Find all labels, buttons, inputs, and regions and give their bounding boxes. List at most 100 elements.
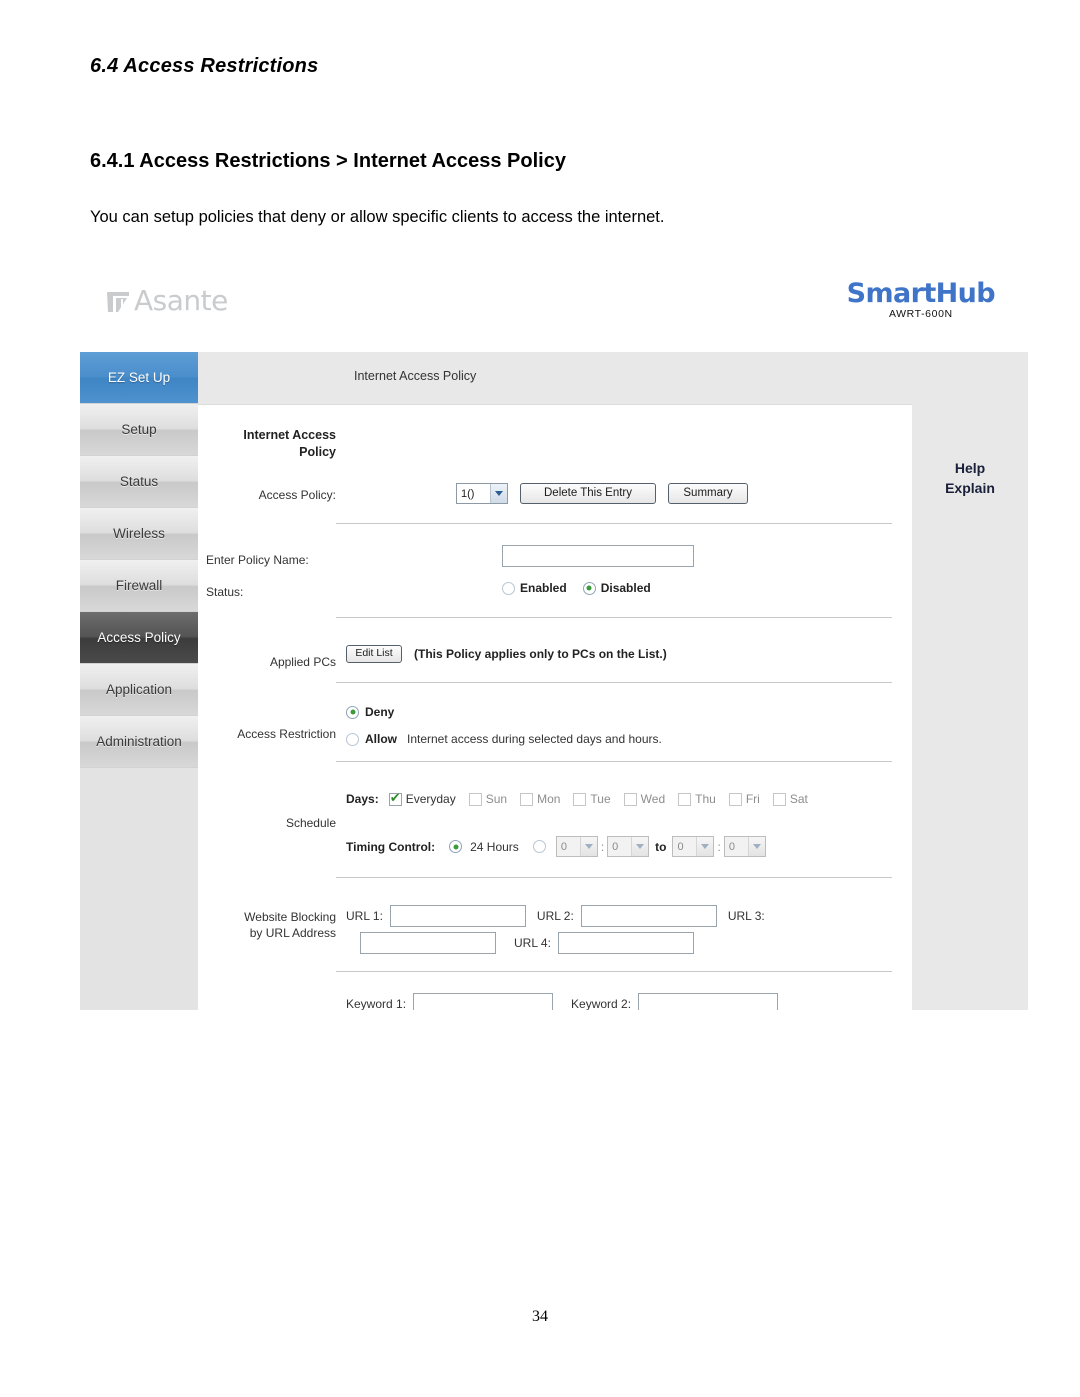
day-label-sun: Sun [485, 792, 508, 806]
time-colon-separator: : [717, 839, 721, 854]
top-strip: Internet Access Policy [198, 352, 1028, 404]
end-hour-value: 0 [677, 840, 684, 853]
end-hour-select[interactable]: 0 [672, 836, 715, 857]
access-policy-selected-value: 1() [461, 487, 475, 500]
day-checkbox-fri[interactable] [728, 792, 742, 806]
subsection-title: 6.4.1 Access Restrictions > Internet Acc… [90, 150, 566, 172]
schedule-days-row: Days: Everyday Sun Mon Tue Wed Thu Fri S… [346, 791, 808, 807]
sidebar-item-setup[interactable]: Setup [80, 404, 198, 456]
sidebar-item-label: Firewall [115, 578, 163, 593]
status-enabled-label: Enabled [520, 581, 567, 595]
access-policy-select[interactable]: 1() [456, 483, 508, 504]
router-ui: EZ Set Up Setup Status Wireless Firewall… [80, 352, 1028, 1010]
url-row-2: URL 4: [360, 932, 694, 954]
policy-name-input[interactable] [502, 545, 694, 567]
brand-bar: Asante SmartHub AWRT-600N [80, 268, 1028, 352]
url-3-label: URL 3: [727, 909, 765, 923]
sidebar-item-label: Setup [121, 422, 157, 437]
divider [336, 877, 892, 878]
url-2-input[interactable] [580, 905, 717, 927]
day-label-fri: Fri [745, 792, 760, 806]
section-heading: Internet Access Policy [216, 427, 336, 461]
status-radio-group: Enabled Disabled [502, 581, 651, 595]
timing-24hours-radio[interactable] [449, 840, 463, 853]
sidebar-item-label: Administration [96, 734, 182, 749]
sidebar-item-wireless[interactable]: Wireless [80, 508, 198, 560]
day-checkbox-sun[interactable] [468, 792, 482, 806]
applied-pcs-note: (This Policy applies only to PCs on the … [414, 646, 667, 661]
access-policy-label: Access Policy: [258, 488, 336, 502]
divider [336, 523, 892, 524]
sidebar-item-status[interactable]: Status [80, 456, 198, 508]
summary-button[interactable]: Summary [668, 483, 748, 504]
access-restriction-deny-label: Deny [365, 705, 395, 719]
url-4-input[interactable] [557, 932, 694, 954]
url-row-1: URL 1: URL 2: URL 3: [346, 905, 765, 927]
url-3-input[interactable] [360, 932, 496, 954]
asante-mark-icon [107, 291, 129, 312]
day-checkbox-tue[interactable] [573, 792, 587, 806]
end-minute-select[interactable]: 0 [723, 836, 766, 857]
access-restriction-label: Access Restriction [237, 727, 336, 741]
day-checkbox-wed[interactable] [623, 792, 637, 806]
url-1-input[interactable] [389, 905, 526, 927]
day-label-sat: Sat [789, 792, 808, 806]
access-restriction-deny-radio[interactable] [346, 705, 359, 719]
sidebar-item-firewall[interactable]: Firewall [80, 560, 198, 612]
end-minute-value: 0 [728, 840, 735, 853]
day-checkbox-thu[interactable] [678, 792, 692, 806]
applied-pcs-controls: Edit List (This Policy applies only to P… [346, 645, 667, 663]
sidebar-item-application[interactable]: Application [80, 664, 198, 716]
sidebar-item-label: EZ Set Up [107, 370, 171, 385]
timing-control-label: Timing Control: [346, 839, 436, 854]
access-policy-controls: 1() Delete This Entry Summary [456, 483, 748, 504]
timing-custom-radio[interactable] [532, 840, 546, 853]
keyword-2-input[interactable] [638, 993, 779, 1010]
model-number: AWRT-600N [888, 308, 953, 320]
day-checkbox-mon[interactable] [520, 792, 534, 806]
day-label-thu: Thu [695, 792, 716, 806]
keyword-1-label: Keyword 1: [346, 997, 407, 1010]
day-label-wed: Wed [640, 792, 666, 806]
url-1-label: URL 1: [346, 909, 383, 923]
website-blocking-label: Website Blocking by URL Address [206, 909, 336, 941]
router-ui-screenshot: Asante SmartHub AWRT-600N EZ Set Up Setu… [80, 268, 1028, 1010]
help-label: Help [954, 460, 986, 476]
sidebar-item-access-policy[interactable]: Access Policy [80, 612, 198, 664]
status-disabled-radio[interactable] [582, 581, 596, 595]
timing-24hours-label: 24 Hours [470, 839, 519, 854]
current-page-name: Internet Access Policy [354, 369, 477, 383]
page-number: 34 [532, 1308, 548, 1325]
explain-label: Explain [945, 480, 995, 497]
status-label: Status: [206, 585, 244, 599]
day-checkbox-sat[interactable] [772, 792, 786, 806]
days-label: Days: [346, 792, 379, 806]
website-blocking-label-line1: Website Blocking [244, 910, 336, 924]
access-restriction-allow-radio[interactable] [346, 732, 359, 746]
start-minute-select[interactable]: 0 [607, 836, 650, 857]
applied-pcs-label: Applied PCs [269, 655, 336, 669]
content-card: Internet Access Policy Access Policy: 1(… [198, 404, 912, 1010]
access-restriction-deny-row: Deny [346, 705, 394, 719]
edit-list-button[interactable]: Edit List [346, 645, 402, 663]
sidebar: EZ Set Up Setup Status Wireless Firewall… [80, 352, 198, 1010]
chevron-down-icon [696, 837, 714, 856]
divider [336, 761, 892, 762]
divider [336, 617, 892, 618]
smarthub-logo: SmartHub AWRT-600N [847, 280, 996, 320]
start-hour-select[interactable]: 0 [555, 836, 598, 857]
day-label-tue: Tue [590, 792, 611, 806]
url-2-label: URL 2: [536, 909, 574, 923]
help-column[interactable]: Help Explain [912, 404, 1028, 1010]
delete-this-entry-button[interactable]: Delete This Entry [520, 483, 656, 504]
chevron-down-icon [490, 484, 507, 503]
day-checkbox-everyday[interactable] [388, 791, 402, 806]
status-enabled-radio[interactable] [502, 581, 515, 595]
sidebar-item-ez-set-up[interactable]: EZ Set Up [80, 352, 198, 404]
keyword-2-label: Keyword 2: [571, 997, 632, 1010]
section-heading-line1: Internet Access [243, 428, 336, 442]
sidebar-item-administration[interactable]: Administration [80, 716, 198, 768]
keyword-1-input[interactable] [413, 993, 554, 1010]
sidebar-item-label: Application [105, 682, 173, 697]
sidebar-filler [80, 768, 198, 1010]
